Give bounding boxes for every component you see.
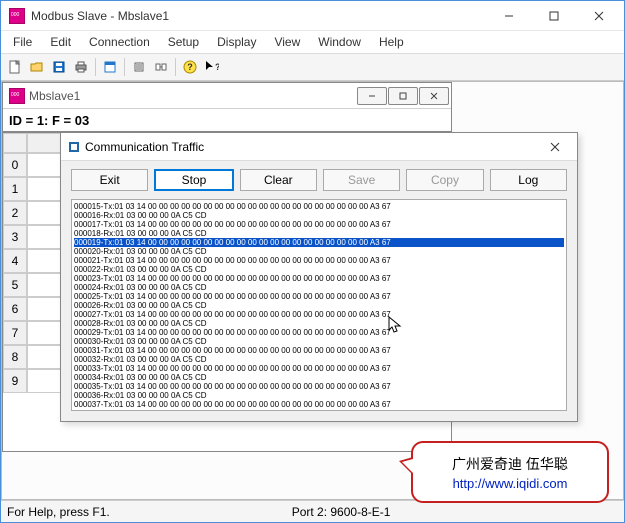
callout-line1: 广州爱奇迪 伍华聪	[452, 454, 568, 474]
traffic-line[interactable]: 000022-Rx:01 03 00 00 00 0A C5 CD	[74, 265, 564, 274]
traffic-line[interactable]: 000036-Rx:01 03 00 00 00 0A C5 CD	[74, 391, 564, 400]
minimize-button[interactable]	[486, 2, 531, 30]
menu-setup[interactable]: Setup	[160, 33, 207, 51]
traffic-line[interactable]: 000029-Tx:01 03 14 00 00 00 00 00 00 00 …	[74, 328, 564, 337]
traffic-line[interactable]: 000033-Tx:01 03 14 00 00 00 00 00 00 00 …	[74, 364, 564, 373]
stop-button[interactable]: Stop	[154, 169, 233, 191]
toolbar-separator	[175, 58, 176, 76]
traffic-line[interactable]: 000028-Rx:01 03 00 00 00 0A C5 CD	[74, 319, 564, 328]
traffic-list[interactable]: 000015-Tx:01 03 14 00 00 00 00 00 00 00 …	[71, 199, 567, 411]
device-icon[interactable]	[129, 57, 149, 77]
log-button[interactable]: Log	[490, 169, 567, 191]
traffic-line[interactable]: 000018-Rx:01 03 00 00 00 0A C5 CD	[74, 229, 564, 238]
menu-display[interactable]: Display	[209, 33, 264, 51]
toolbar-separator	[95, 58, 96, 76]
menubar: File Edit Connection Setup Display View …	[1, 31, 624, 53]
traffic-line[interactable]: 000034-Rx:01 03 00 00 00 0A C5 CD	[74, 373, 564, 382]
save-button[interactable]: Save	[323, 169, 400, 191]
callout-link: http://www.iqidi.com	[453, 476, 568, 491]
doc-maximize-button[interactable]	[388, 87, 418, 105]
annotation-callout: 广州爱奇迪 伍华聪 http://www.iqidi.com	[411, 441, 609, 503]
exit-button[interactable]: Exit	[71, 169, 148, 191]
print-icon[interactable]	[71, 57, 91, 77]
doc-minimize-button[interactable]	[357, 87, 387, 105]
traffic-line[interactable]: 000038-Rx:01 03 00 00 00 0A C5 CD	[74, 409, 564, 411]
traffic-line[interactable]: 000037-Tx:01 03 14 00 00 00 00 00 00 00 …	[74, 400, 564, 409]
document-title: Mbslave1	[29, 89, 80, 103]
traffic-line[interactable]: 000015-Tx:01 03 14 00 00 00 00 00 00 00 …	[74, 202, 564, 211]
open-icon[interactable]	[27, 57, 47, 77]
close-button[interactable]	[576, 2, 622, 30]
doc-close-button[interactable]	[419, 87, 449, 105]
row-header[interactable]: 7	[3, 321, 27, 345]
app-icon	[9, 8, 25, 24]
svg-text:?: ?	[187, 62, 193, 72]
help-icon[interactable]: ?	[180, 57, 200, 77]
row-header[interactable]: 1	[3, 177, 27, 201]
status-help: For Help, press F1.	[7, 505, 122, 519]
document-titlebar[interactable]: Mbslave1	[3, 83, 451, 109]
traffic-line[interactable]: 000021-Tx:01 03 14 00 00 00 00 00 00 00 …	[74, 256, 564, 265]
traffic-line[interactable]: 000026-Rx:01 03 00 00 00 0A C5 CD	[74, 301, 564, 310]
row-header[interactable]: 4	[3, 249, 27, 273]
dialog-title: Communication Traffic	[85, 140, 204, 154]
menu-view[interactable]: View	[266, 33, 308, 51]
document-icon	[9, 88, 25, 104]
traffic-line[interactable]: 000023-Tx:01 03 14 00 00 00 00 00 00 00 …	[74, 274, 564, 283]
row-header[interactable]: 0	[3, 153, 27, 177]
status-port: Port 2: 9600-8-E-1	[292, 505, 403, 519]
dialog-titlebar[interactable]: Communication Traffic	[61, 133, 577, 161]
traffic-line[interactable]: 000024-Rx:01 03 00 00 00 0A C5 CD	[74, 283, 564, 292]
traffic-line[interactable]: 000016-Rx:01 03 00 00 00 0A C5 CD	[74, 211, 564, 220]
copy-button[interactable]: Copy	[406, 169, 483, 191]
dialog-button-row: Exit Stop Clear Save Copy Log	[61, 161, 577, 199]
dialog-close-button[interactable]	[537, 135, 573, 159]
toolbar-separator	[124, 58, 125, 76]
toolbar: ? ?	[1, 53, 624, 81]
status-bar: For Help, press F1. Port 2: 9600-8-E-1	[1, 500, 624, 522]
connect-icon[interactable]	[151, 57, 171, 77]
traffic-line[interactable]: 000031-Tx:01 03 14 00 00 00 00 00 00 00 …	[74, 346, 564, 355]
traffic-line[interactable]: 000032-Rx:01 03 00 00 00 0A C5 CD	[74, 355, 564, 364]
document-header: ID = 1: F = 03	[3, 109, 451, 133]
menu-help[interactable]: Help	[371, 33, 412, 51]
menu-file[interactable]: File	[5, 33, 40, 51]
traffic-line[interactable]: 000035-Tx:01 03 14 00 00 00 00 00 00 00 …	[74, 382, 564, 391]
save-icon[interactable]	[49, 57, 69, 77]
row-header[interactable]: 6	[3, 297, 27, 321]
clear-button[interactable]: Clear	[240, 169, 317, 191]
traffic-line[interactable]: 000020-Rx:01 03 00 00 00 0A C5 CD	[74, 247, 564, 256]
form-icon[interactable]	[100, 57, 120, 77]
row-header[interactable]: 2	[3, 201, 27, 225]
main-title: Modbus Slave - Mbslave1	[31, 9, 169, 23]
traffic-line[interactable]: 000019-Tx:01 03 14 00 00 00 00 00 00 00 …	[74, 238, 564, 247]
row-header[interactable]: 5	[3, 273, 27, 297]
menu-connection[interactable]: Connection	[81, 33, 158, 51]
menu-edit[interactable]: Edit	[42, 33, 79, 51]
traffic-line[interactable]: 000027-Tx:01 03 14 00 00 00 00 00 00 00 …	[74, 310, 564, 319]
row-header[interactable]: 9	[3, 369, 27, 393]
new-icon[interactable]	[5, 57, 25, 77]
menu-window[interactable]: Window	[310, 33, 369, 51]
main-titlebar[interactable]: Modbus Slave - Mbslave1	[1, 1, 624, 31]
traffic-line[interactable]: 000025-Tx:01 03 14 00 00 00 00 00 00 00 …	[74, 292, 564, 301]
traffic-line[interactable]: 000017-Tx:01 03 14 00 00 00 00 00 00 00 …	[74, 220, 564, 229]
whats-this-icon[interactable]: ?	[202, 57, 222, 77]
traffic-line[interactable]: 000030-Rx:01 03 00 00 00 0A C5 CD	[74, 337, 564, 346]
row-header[interactable]: 3	[3, 225, 27, 249]
row-header[interactable]: 8	[3, 345, 27, 369]
dialog-icon	[69, 142, 79, 152]
maximize-button[interactable]	[531, 2, 576, 30]
svg-text:?: ?	[215, 62, 219, 72]
communication-traffic-dialog: Communication Traffic Exit Stop Clear Sa…	[60, 132, 578, 422]
